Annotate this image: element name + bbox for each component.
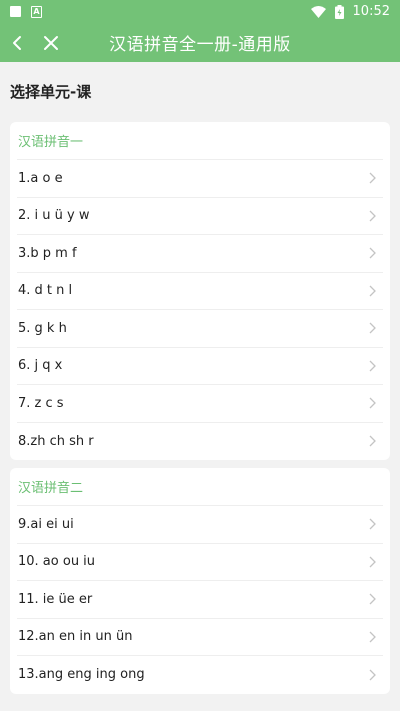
app-header: 汉语拼音全一册-通用版 bbox=[0, 23, 400, 62]
chevron-right-icon bbox=[369, 669, 376, 681]
chevron-right-icon bbox=[369, 172, 376, 184]
lesson-label: 5. g k h bbox=[18, 320, 67, 336]
chevron-right-icon bbox=[369, 285, 376, 297]
lesson-row[interactable]: 10. ao ou iu bbox=[17, 544, 383, 581]
app-notification-icon: A bbox=[31, 5, 42, 18]
chevron-right-icon bbox=[369, 556, 376, 568]
unit-card: 汉语拼音一 1.a o e 2. i u ü y w 3.b p m f 4. d t … bbox=[10, 122, 390, 460]
status-time: 10:52 bbox=[352, 4, 390, 19]
lesson-label: 11. ie üe er bbox=[18, 591, 93, 607]
lesson-row[interactable]: 3.b p m f bbox=[17, 235, 383, 273]
lesson-label: 1.a o e bbox=[18, 170, 63, 186]
chevron-right-icon bbox=[369, 247, 376, 259]
unit-title: 汉语拼音二 bbox=[17, 468, 383, 506]
battery-icon bbox=[334, 4, 344, 19]
lesson-label: 2. i u ü y w bbox=[18, 208, 90, 224]
lesson-row[interactable]: 11. ie üe er bbox=[17, 581, 383, 619]
chevron-left-icon bbox=[13, 35, 21, 50]
chevron-right-icon bbox=[369, 631, 376, 643]
lesson-label: 7. z c s bbox=[18, 395, 64, 411]
chevron-right-icon bbox=[369, 322, 376, 334]
lesson-row[interactable]: 1.a o e bbox=[17, 160, 383, 198]
lesson-label: 9.ai ei ui bbox=[18, 516, 74, 532]
wifi-icon bbox=[310, 5, 326, 18]
lesson-label: 8.zh ch sh r bbox=[18, 433, 94, 449]
unit-card: 汉语拼音二 9.ai ei ui 10. ao ou iu 11. ie üe er 1… bbox=[10, 468, 390, 694]
lesson-label: 13.ang eng ing ong bbox=[18, 667, 145, 683]
lesson-label: 6. j q x bbox=[18, 358, 63, 374]
lesson-row[interactable]: 6. j q x bbox=[17, 348, 383, 385]
lesson-row[interactable]: 9.ai ei ui bbox=[17, 506, 383, 544]
lesson-label: 4. d t n l bbox=[18, 283, 73, 299]
chevron-right-icon bbox=[369, 397, 376, 409]
unit-list: 汉语拼音一 1.a o e 2. i u ü y w 3.b p m f 4. d t … bbox=[0, 122, 400, 694]
lesson-row[interactable]: 5. g k h bbox=[17, 310, 383, 348]
lesson-label: 10. ao ou iu bbox=[18, 554, 96, 570]
back-button[interactable] bbox=[0, 23, 34, 62]
lesson-row[interactable]: 8.zh ch sh r bbox=[17, 423, 383, 461]
close-icon bbox=[44, 35, 58, 50]
section-heading: 选择单元-课 bbox=[10, 83, 92, 101]
chevron-right-icon bbox=[369, 360, 376, 372]
chevron-right-icon bbox=[369, 210, 376, 222]
lesson-row[interactable]: 12.an en in un ün bbox=[17, 619, 383, 656]
chevron-right-icon bbox=[369, 435, 376, 447]
lesson-row[interactable]: 13.ang eng ing ong bbox=[17, 656, 383, 694]
notification-icon bbox=[10, 6, 21, 17]
status-bar: A 10:52 bbox=[0, 0, 400, 23]
lesson-row[interactable]: 2. i u ü y w bbox=[17, 198, 383, 235]
lesson-label: 12.an en in un ün bbox=[18, 629, 133, 645]
chevron-right-icon bbox=[369, 518, 376, 530]
lesson-label: 3.b p m f bbox=[18, 245, 77, 261]
unit-title: 汉语拼音一 bbox=[17, 122, 383, 160]
lesson-row[interactable]: 4. d t n l bbox=[17, 273, 383, 310]
lesson-row[interactable]: 7. z c s bbox=[17, 385, 383, 423]
close-button[interactable] bbox=[34, 23, 68, 62]
chevron-right-icon bbox=[369, 593, 376, 605]
